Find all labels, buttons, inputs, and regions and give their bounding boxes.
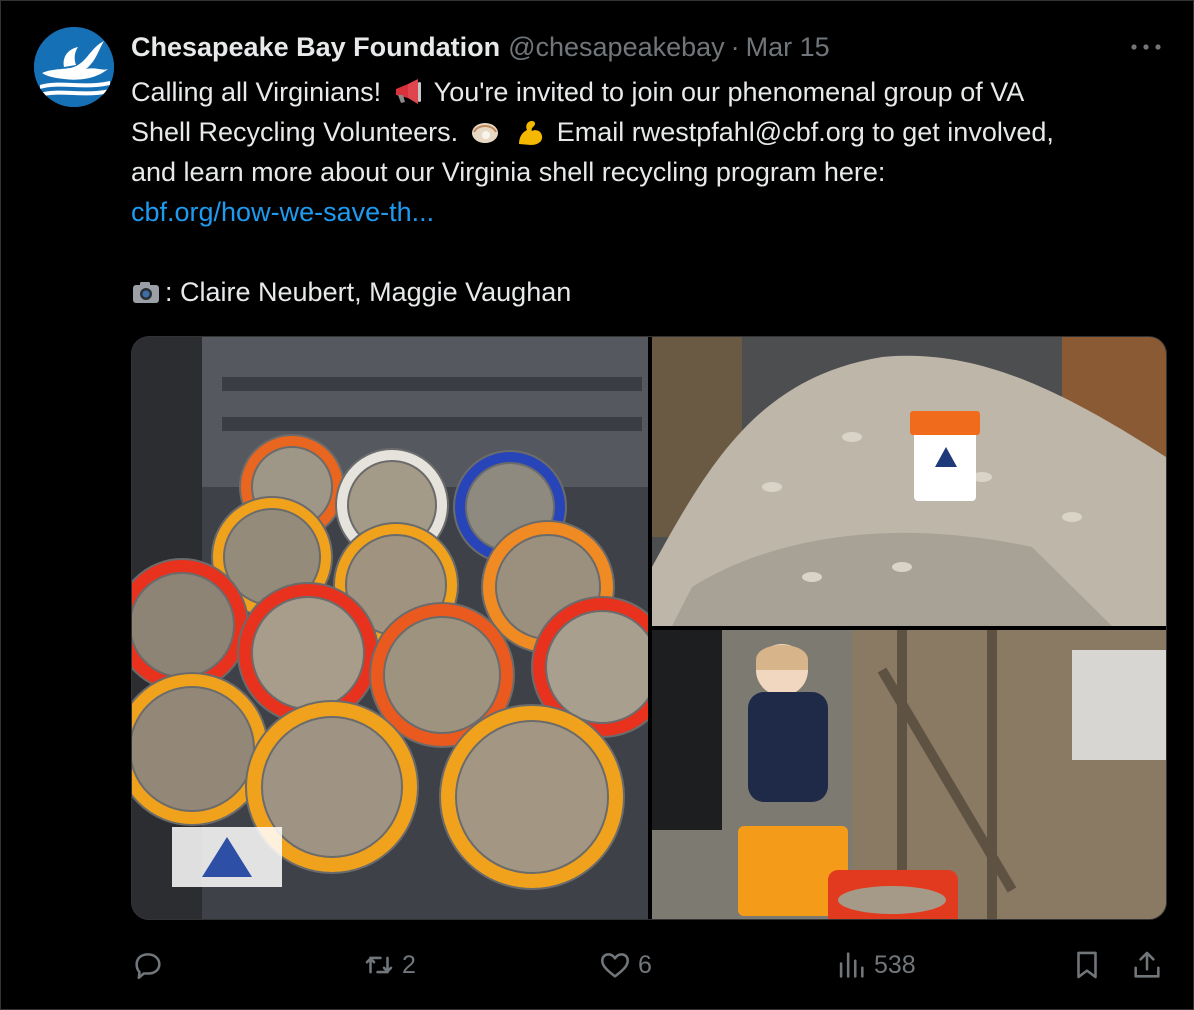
cbf-logo-icon [34,27,114,107]
more-options-icon[interactable] [1128,36,1164,58]
flexed-biceps-icon [519,121,543,145]
reply-button[interactable] [131,943,171,987]
repost-icon [365,956,393,974]
author-name[interactable]: Chesapeake Bay Foundation [131,32,500,63]
photo-buckets-in-truck[interactable] [132,337,648,919]
megaphone-icon [395,79,421,104]
oyster-icon [471,123,498,143]
photo-credit: : Claire Neubert, Maggie Vaughan [165,277,572,307]
camera-icon [133,282,159,303]
avatar[interactable] [34,27,114,107]
bookmark-button[interactable] [1070,943,1104,987]
program-link[interactable]: cbf.org/how-we-save-th... [131,197,434,227]
repost-button[interactable]: 2 [362,943,416,987]
photo-shell-pile[interactable] [652,337,1166,626]
tweet-date[interactable]: Mar 15 [746,32,830,63]
bookmark-icon [1077,951,1097,979]
media-grid [131,336,1167,920]
share-button[interactable] [1130,943,1164,987]
tweet-text-line2b: Email rwestpfahl@cbf.org to get involved… [556,117,1054,147]
like-count: 6 [638,950,652,979]
views-chart-icon [839,952,864,978]
header-separator: · [730,31,740,62]
photo-shell-pile-graphic [652,337,1166,626]
reply-icon [135,953,161,980]
tweet-text-line1a: Calling all Virginians! [131,77,382,107]
like-button[interactable]: 6 [598,943,652,987]
repost-count: 2 [402,950,416,979]
tweet-text-line3: and learn more about our Virginia shell … [131,157,886,187]
photo-child-graphic [652,630,1166,919]
tweet-text-line1b: You're invited to join our phenomenal gr… [433,77,1025,107]
views-count: 538 [874,950,916,979]
action-bar: 2 6 538 [0,943,1194,987]
heart-icon [600,953,630,978]
tweet-header: Chesapeake Bay Foundation @chesapeakebay… [131,30,830,64]
tweet-text: Calling all Virginians! You're invited t… [131,72,1171,312]
share-icon [1134,951,1160,978]
author-handle[interactable]: @chesapeakebay [508,32,725,63]
photo-buckets-graphic [132,337,648,919]
photo-child-with-bucket[interactable] [652,630,1166,919]
views-button[interactable]: 538 [834,943,916,987]
tweet-text-line2a: Shell Recycling Volunteers. [131,117,459,147]
